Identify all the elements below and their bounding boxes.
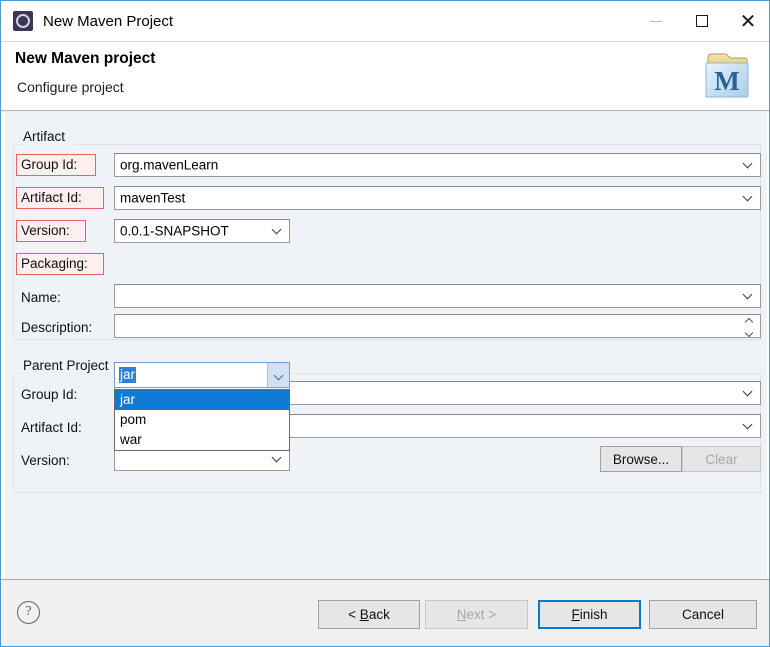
artifact-group-line-left [13,144,22,145]
maximize-icon [696,15,708,27]
title-bar: New Maven Project ✕ [1,1,769,41]
parent-group-line-left [13,373,22,374]
spinner-up-icon[interactable] [746,318,753,323]
page-subtitle: Configure project [17,79,124,95]
cancel-button[interactable]: Cancel [649,600,757,629]
chevron-down-icon [744,193,753,202]
artifact-packaging-label: Packaging: [16,253,104,275]
artifact-artifact-id-label: Artifact Id: [16,187,104,209]
chevron-down-icon [273,226,282,235]
packaging-option-war[interactable]: war [115,430,289,450]
svg-text:M: M [714,66,739,96]
packaging-option-jar[interactable]: jar [115,390,289,410]
artifact-version-label: Version: [16,220,86,242]
artifact-group-id-label: Group Id: [16,154,96,176]
next-button-label: Next > [456,607,497,622]
maximize-button[interactable] [679,1,725,41]
minimize-icon [650,20,662,22]
maven-window-icon [13,11,33,31]
browse-button[interactable]: Browse... [600,446,682,472]
dialog-body: Artifact Group Id: org.mavenLearn Artifa… [1,112,769,622]
artifact-version-combo[interactable]: 0.0.1-SNAPSHOT [114,219,290,243]
window-title: New Maven Project [43,12,174,30]
artifact-version-value: 0.0.1-SNAPSHOT [120,223,229,239]
artifact-artifact-id-combo[interactable]: mavenTest [114,186,761,210]
page-title: New Maven project [15,50,156,67]
artifact-name-combo[interactable] [114,284,761,308]
finish-button[interactable]: Finish [538,600,641,629]
artifact-artifact-id-value: mavenTest [120,190,186,206]
packaging-dropdown-list[interactable]: jar pom war [114,389,290,451]
next-button: Next > [425,600,528,629]
back-button-label: < Back [348,607,390,622]
artifact-group-id-value: org.mavenLearn [120,157,219,173]
artifact-group-line-right [73,144,761,145]
chevron-down-icon [744,388,753,397]
wizard-header: New Maven project Configure project M [1,41,769,111]
finish-button-label: Finish [571,607,608,622]
parent-version-label: Version: [21,453,70,468]
close-button[interactable]: ✕ [725,1,769,41]
window-controls: ✕ [633,1,769,41]
help-icon[interactable]: ? [17,601,40,624]
artifact-name-label: Name: [21,290,61,305]
artifact-packaging-value: jar [119,367,137,383]
chevron-down-icon [744,421,753,430]
clear-button: Clear [682,446,761,472]
maven-logo-icon: M [705,53,749,98]
spinner-down-icon[interactable] [746,329,753,334]
chevron-down-icon[interactable] [267,363,289,387]
artifact-description-label: Description: [21,320,93,335]
chevron-down-icon [273,454,282,463]
chevron-down-icon [744,160,753,169]
parent-group-id-label: Group Id: [21,387,78,402]
parent-project-group-title: Parent Project [19,358,113,373]
new-maven-project-dialog: New Maven Project ✕ New Maven project Co… [0,0,770,647]
artifact-packaging-combo[interactable]: jar [114,362,290,388]
spinner-icon[interactable] [745,317,756,335]
artifact-group-title: Artifact [19,129,70,144]
artifact-group-id-combo[interactable]: org.mavenLearn [114,153,761,177]
minimize-button[interactable] [633,1,679,41]
back-button[interactable]: < Back [318,600,420,629]
packaging-option-pom[interactable]: pom [115,410,289,430]
close-icon: ✕ [739,9,757,33]
parent-artifact-id-label: Artifact Id: [21,420,82,435]
artifact-description-field[interactable] [114,314,761,338]
chevron-down-icon [744,291,753,300]
